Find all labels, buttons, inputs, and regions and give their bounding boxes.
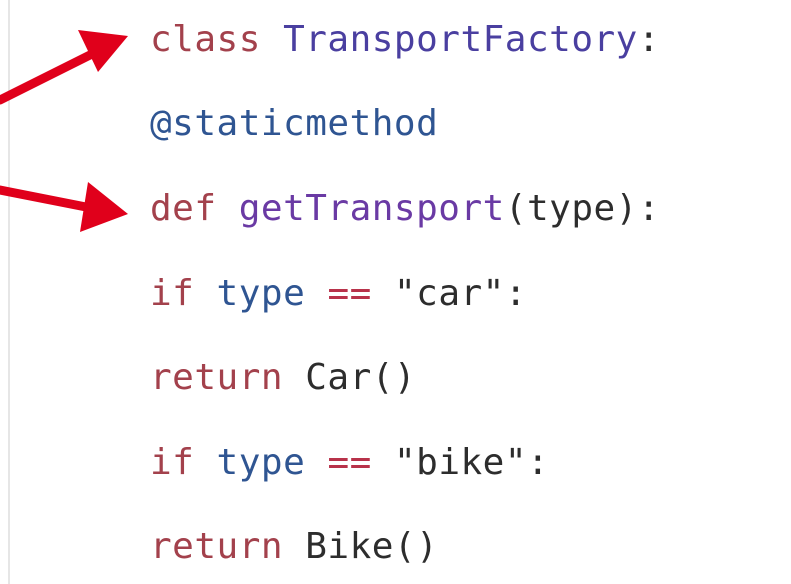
string-car: "car" bbox=[393, 273, 505, 314]
code-line-return-bike: return Bike() bbox=[150, 517, 438, 577]
keyword-return: return bbox=[150, 357, 284, 398]
colon: : bbox=[637, 19, 661, 60]
code-line-if-bike: if type == "bike": bbox=[150, 433, 549, 493]
variable-type: type bbox=[216, 273, 306, 314]
code-line-return-car: return Car() bbox=[150, 348, 416, 408]
code-line-def: def getTransport(type): bbox=[150, 179, 660, 239]
operator-eq: == bbox=[327, 273, 372, 314]
keyword-if: if bbox=[150, 442, 195, 483]
function-args: (type): bbox=[504, 188, 661, 229]
code-panel: class TransportFactory: @staticmethod de… bbox=[0, 0, 791, 584]
string-bike: "bike" bbox=[393, 442, 528, 483]
keyword-if: if bbox=[150, 273, 195, 314]
variable-type: type bbox=[216, 442, 306, 483]
colon: : bbox=[504, 273, 528, 314]
code-line-class: class TransportFactory: bbox=[150, 10, 660, 70]
keyword-class: class bbox=[150, 19, 261, 60]
call-bike: Bike() bbox=[305, 526, 439, 567]
function-name: getTransport bbox=[238, 188, 505, 229]
keyword-return: return bbox=[150, 526, 284, 567]
class-name: TransportFactory bbox=[283, 19, 638, 60]
operator-eq: == bbox=[327, 442, 372, 483]
keyword-def: def bbox=[150, 188, 217, 229]
panel-left-border bbox=[8, 0, 10, 584]
arrow-to-class bbox=[0, 30, 128, 105]
code-line-decorator: @staticmethod bbox=[150, 94, 438, 154]
arrow-to-def bbox=[0, 182, 128, 232]
code-line-if-car: if type == "car": bbox=[150, 264, 527, 324]
call-car: Car() bbox=[305, 357, 417, 398]
colon: : bbox=[527, 442, 550, 483]
decorator: @staticmethod bbox=[150, 103, 439, 144]
